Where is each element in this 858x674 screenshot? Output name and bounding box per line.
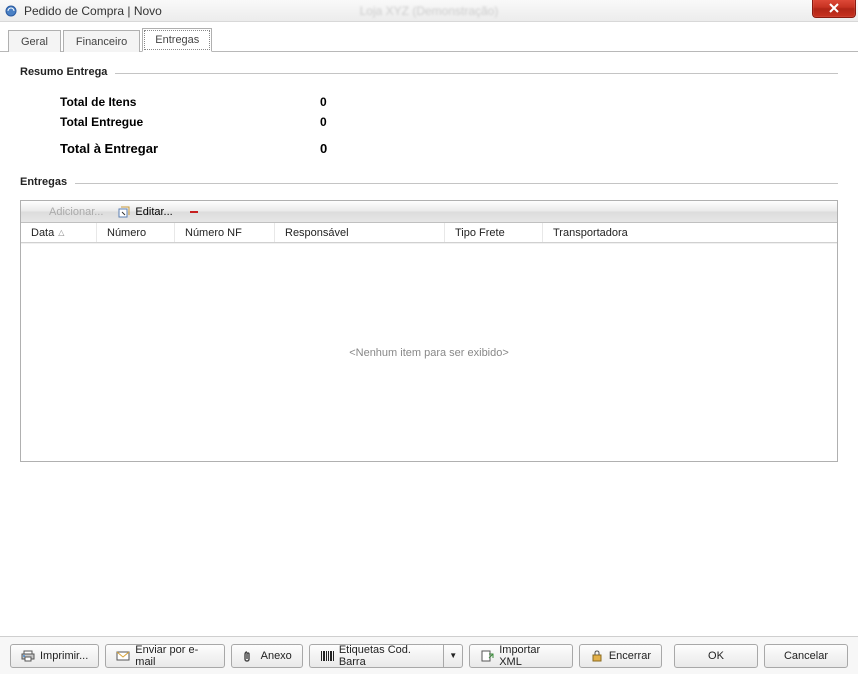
- col-label: Tipo Frete: [455, 227, 505, 239]
- remove-button[interactable]: [187, 205, 201, 219]
- resumo-label: Total Entregue: [60, 112, 320, 132]
- tab-entregas[interactable]: Entregas: [142, 28, 212, 52]
- minus-icon: [187, 205, 201, 219]
- ok-button[interactable]: OK: [674, 644, 758, 668]
- email-label: Enviar por e-mail: [135, 644, 213, 668]
- close-order-label: Encerrar: [609, 650, 651, 662]
- email-button[interactable]: Enviar por e-mail: [105, 644, 224, 668]
- group-line: [20, 73, 838, 74]
- resumo-row-total-entregue: Total Entregue 0: [60, 112, 838, 132]
- col-numero[interactable]: Número: [97, 223, 175, 242]
- import-xml-button[interactable]: Importar XML: [469, 644, 573, 668]
- col-label: Transportadora: [553, 227, 628, 239]
- print-label: Imprimir...: [40, 650, 88, 662]
- col-transportadora[interactable]: Transportadora: [543, 223, 837, 242]
- add-label: Adicionar...: [49, 206, 103, 218]
- ok-label: OK: [708, 650, 724, 662]
- bottombar: Imprimir... Enviar por e-mail Anexo Etiq…: [0, 636, 858, 674]
- close-button[interactable]: [812, 0, 856, 18]
- attach-button[interactable]: Anexo: [231, 644, 303, 668]
- plus-icon: [31, 205, 45, 219]
- col-label: Número: [107, 227, 146, 239]
- attach-label: Anexo: [261, 650, 292, 662]
- group-line: [20, 183, 838, 184]
- tab-financeiro[interactable]: Financeiro: [63, 30, 140, 52]
- cancel-button[interactable]: Cancelar: [764, 644, 848, 668]
- resumo-row-total-itens: Total de Itens 0: [60, 92, 838, 112]
- cancel-label: Cancelar: [784, 650, 828, 662]
- col-numero-nf[interactable]: Número NF: [175, 223, 275, 242]
- grid-empty-text: <Nenhum item para ser exibido>: [349, 347, 509, 359]
- barcode-icon: [320, 649, 334, 663]
- col-responsavel[interactable]: Responsável: [275, 223, 445, 242]
- barcode-dropdown[interactable]: ▼: [443, 644, 463, 668]
- col-data[interactable]: Data △: [21, 223, 97, 242]
- print-icon: [21, 649, 35, 663]
- window-title: Pedido de Compra | Novo: [24, 4, 162, 18]
- resumo-value: 0: [320, 92, 327, 112]
- sort-asc-icon: △: [58, 228, 64, 237]
- group-entregas-label: Entregas: [20, 176, 75, 188]
- resumo-value: 0: [320, 136, 327, 162]
- resumo-row-total-a-entregar: Total à Entregar 0: [60, 136, 838, 162]
- add-button: Adicionar...: [31, 205, 103, 219]
- group-resumo-label: Resumo Entrega: [20, 66, 115, 78]
- resumo-table: Total de Itens 0 Total Entregue 0 Total …: [60, 92, 838, 162]
- group-entregas: Entregas Adicionar... Editar...: [20, 176, 838, 462]
- edit-button[interactable]: Editar...: [117, 205, 172, 219]
- resumo-label: Total à Entregar: [60, 136, 320, 162]
- grid-header: Data △ Número Número NF Responsável Tipo…: [21, 223, 837, 243]
- print-button[interactable]: Imprimir...: [10, 644, 99, 668]
- close-icon: [829, 3, 839, 13]
- import-icon: [480, 649, 494, 663]
- edit-label: Editar...: [135, 206, 172, 218]
- tab-geral[interactable]: Geral: [8, 30, 61, 52]
- col-label: Número NF: [185, 227, 242, 239]
- col-label: Data: [31, 227, 54, 239]
- close-order-button[interactable]: Encerrar: [579, 644, 662, 668]
- paperclip-icon: [242, 649, 256, 663]
- entregas-grid: Adicionar... Editar... Data △: [20, 200, 838, 462]
- barcode-label: Etiquetas Cod. Barra: [339, 644, 433, 668]
- barcode-combo: Etiquetas Cod. Barra ▼: [309, 644, 463, 668]
- window-hint: Loja XYZ (Demonstração): [360, 4, 499, 18]
- chevron-down-icon: ▼: [449, 651, 457, 660]
- resumo-value: 0: [320, 112, 327, 132]
- barcode-button[interactable]: Etiquetas Cod. Barra: [309, 644, 443, 668]
- col-label: Responsável: [285, 227, 349, 239]
- resumo-label: Total de Itens: [60, 92, 320, 112]
- app-icon: [4, 4, 18, 18]
- grid-toolbar: Adicionar... Editar...: [21, 201, 837, 223]
- col-tipo-frete[interactable]: Tipo Frete: [445, 223, 543, 242]
- content: Resumo Entrega Total de Itens 0 Total En…: [0, 52, 858, 486]
- group-resumo: Resumo Entrega Total de Itens 0 Total En…: [20, 66, 838, 162]
- import-xml-label: Importar XML: [499, 644, 562, 668]
- grid-body: <Nenhum item para ser exibido>: [21, 243, 837, 461]
- edit-icon: [117, 205, 131, 219]
- tabbar: Geral Financeiro Entregas: [0, 24, 858, 52]
- titlebar: Pedido de Compra | Novo Loja XYZ (Demons…: [0, 0, 858, 22]
- lock-icon: [590, 649, 604, 663]
- mail-icon: [116, 649, 130, 663]
